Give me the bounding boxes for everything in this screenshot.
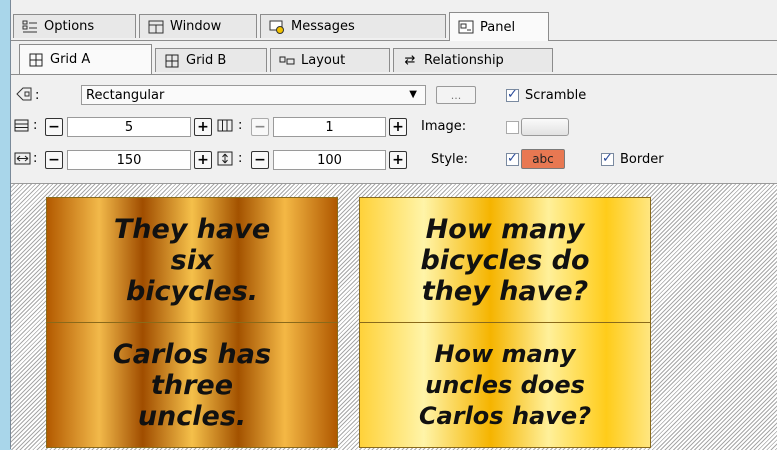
tab-messages[interactable]: Messages [260, 14, 446, 38]
grid-preview-area: They have six bicycles. How many bicycle… [11, 183, 777, 450]
image-picker-button[interactable] [521, 118, 569, 136]
columns-increment-button[interactable]: + [389, 118, 407, 136]
image-option [506, 118, 569, 136]
card-4-text: How many uncles does Carlos have? [418, 339, 592, 430]
tab-window[interactable]: Window [139, 14, 257, 38]
shape-icon: : [14, 86, 44, 108]
image-label: Image: [421, 119, 467, 134]
grid-icon [164, 53, 180, 69]
tab-grid-a-label: Grid A [50, 52, 91, 67]
layout-icon [279, 53, 295, 69]
columns-input[interactable]: 1 [273, 117, 386, 137]
border-option[interactable]: Border [601, 151, 664, 167]
card-4[interactable]: How many uncles does Carlos have? [359, 322, 651, 448]
style-option: abc [506, 149, 565, 169]
border-label: Border [620, 152, 664, 167]
border-checkbox[interactable] [601, 151, 614, 166]
options-icon [22, 19, 38, 35]
height-decrement-button[interactable]: − [251, 151, 269, 169]
messages-icon [269, 19, 285, 35]
columns-decrement-button[interactable]: − [251, 118, 269, 136]
window-icon [148, 19, 164, 35]
tab-grid-b-label: Grid B [186, 53, 227, 68]
shape-select[interactable]: Rectangular ▼ [81, 85, 426, 105]
sub-tab-strip: Grid A Grid B Layout ⇄ Relationship [11, 44, 777, 75]
scramble-option[interactable]: Scramble [506, 87, 587, 103]
tab-messages-label: Messages [291, 19, 355, 34]
browse-button[interactable]: ... [436, 86, 476, 104]
card-1-text: They have six bicycles. [113, 213, 271, 307]
tab-layout[interactable]: Layout [270, 48, 390, 72]
rows-decrement-button[interactable]: − [45, 118, 63, 136]
card-3[interactable]: Carlos has three uncles. [46, 322, 338, 448]
image-checkbox[interactable] [506, 120, 519, 134]
rows-increment-button[interactable]: + [194, 118, 212, 136]
card-2[interactable]: How many bicycles do they have? [359, 197, 651, 323]
style-swatch-button[interactable]: abc [521, 149, 565, 169]
shape-select-value: Rectangular [86, 87, 165, 103]
height-colon: : [238, 151, 243, 166]
width-colon: : [33, 151, 38, 166]
rows-colon: : [33, 118, 38, 133]
relationship-icon: ⇄ [404, 53, 416, 68]
chevron-down-icon: ▼ [409, 89, 417, 100]
tab-layout-label: Layout [301, 53, 346, 68]
svg-text::: : [35, 88, 39, 103]
card-3-text: Carlos has three uncles. [112, 338, 272, 432]
width-increment-button[interactable]: + [194, 151, 212, 169]
card-2-text: How many bicycles do they have? [420, 213, 590, 307]
rows-input[interactable]: 5 [67, 117, 191, 137]
tab-grid-b[interactable]: Grid B [155, 48, 267, 72]
tab-options[interactable]: Options [13, 14, 136, 38]
height-icon [217, 151, 235, 171]
tab-panel-label: Panel [480, 19, 516, 35]
tab-options-label: Options [44, 19, 95, 34]
tab-panel[interactable]: Panel [449, 12, 549, 41]
top-tab-strip: Options Window Messages Panel [11, 12, 777, 41]
tab-relationship-label: Relationship [424, 53, 504, 68]
panel-window: Options Window Messages Panel Grid A Gri… [10, 0, 777, 450]
width-decrement-button[interactable]: − [45, 151, 63, 169]
tab-grid-a[interactable]: Grid A [19, 44, 152, 74]
width-input[interactable]: 150 [67, 150, 191, 170]
tab-relationship[interactable]: ⇄ Relationship [393, 48, 553, 72]
height-input[interactable]: 100 [273, 150, 386, 170]
height-increment-button[interactable]: + [389, 151, 407, 169]
panel-icon [458, 19, 474, 35]
columns-colon: : [238, 118, 243, 133]
style-checkbox[interactable] [506, 151, 519, 166]
columns-icon [217, 118, 235, 138]
scramble-checkbox[interactable] [506, 87, 519, 102]
card-1[interactable]: They have six bicycles. [46, 197, 338, 323]
scramble-label: Scramble [525, 88, 587, 103]
style-label: Style: [431, 152, 469, 167]
width-icon [14, 151, 34, 171]
grid-icon [28, 52, 44, 68]
tab-window-label: Window [170, 19, 222, 34]
